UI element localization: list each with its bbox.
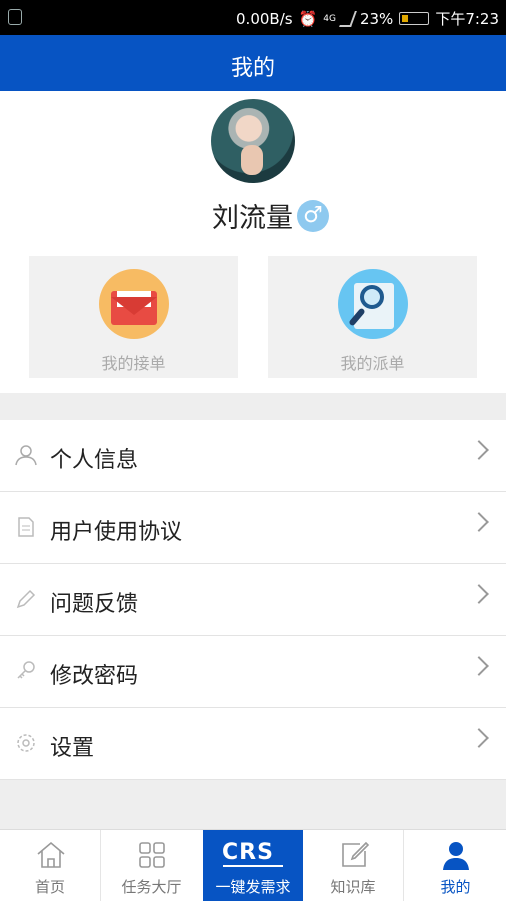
profile-section: 刘流量 ♂ 我的接单 我的派单 <box>0 91 506 393</box>
chevron-right-icon <box>469 440 489 460</box>
gear-icon <box>17 734 35 752</box>
page-title: 我的 <box>230 56 275 81</box>
tab-label: 我的 <box>440 878 471 896</box>
key-icon <box>17 661 35 679</box>
bottom-tab-bar: 首页 任务大厅 CRS 一键发需求 知识库 我的 <box>0 829 506 901</box>
my-dispatch-label: 我的派单 <box>340 354 405 373</box>
notification-icon <box>8 9 22 25</box>
my-orders-label: 我的接单 <box>101 354 166 373</box>
person-filled-icon <box>443 842 469 870</box>
person-icon <box>15 445 37 466</box>
signal-icon <box>339 10 357 27</box>
chevron-right-icon <box>469 656 489 676</box>
menu-item-label: 修改密码 <box>50 664 139 689</box>
pencil-icon <box>16 589 36 609</box>
document-icon <box>18 517 34 537</box>
settings-menu: 个人信息 用户使用协议 问题反馈 修改密码 设置 <box>0 420 506 780</box>
tab-post-request[interactable]: CRS 一键发需求 <box>203 830 303 901</box>
avatar[interactable] <box>211 99 295 183</box>
user-name: 刘流量 <box>212 203 293 234</box>
male-icon: ♂ <box>297 200 329 232</box>
tab-label: 知识库 <box>330 878 376 896</box>
menu-item-change-password[interactable]: 修改密码 <box>0 636 506 708</box>
status-bar: 0.00B/s ⏰ 4G 23% 下午7:23 <box>0 0 506 35</box>
chevron-right-icon <box>469 584 489 604</box>
home-icon <box>37 841 65 868</box>
edit-square-icon <box>342 841 370 867</box>
chevron-right-icon <box>469 512 489 532</box>
menu-item-user-agreement[interactable]: 用户使用协议 <box>0 492 506 564</box>
battery-percent: 23% <box>359 9 394 28</box>
tab-label: 任务大厅 <box>121 878 182 896</box>
grid-icon <box>139 842 165 868</box>
tab-knowledge-base[interactable]: 知识库 <box>303 830 404 901</box>
menu-item-personal-info[interactable]: 个人信息 <box>0 420 506 492</box>
my-dispatch-card[interactable]: 我的派单 <box>268 256 477 378</box>
tab-mine[interactable]: 我的 <box>405 830 506 901</box>
menu-item-feedback[interactable]: 问题反馈 <box>0 564 506 636</box>
chevron-right-icon <box>469 728 489 748</box>
battery-icon <box>399 12 430 25</box>
tab-home[interactable]: 首页 <box>0 830 101 901</box>
app-bar: 我的 <box>0 35 506 91</box>
crs-logo: CRS <box>222 840 274 865</box>
magnifier-document-icon <box>338 269 408 339</box>
alarm-icon: ⏰ <box>298 9 318 28</box>
menu-item-label: 问题反馈 <box>50 592 139 617</box>
menu-item-label: 设置 <box>50 736 95 761</box>
menu-item-label: 用户使用协议 <box>50 520 183 545</box>
menu-item-label: 个人信息 <box>50 448 139 473</box>
network-type: 4G <box>323 13 336 24</box>
network-speed: 0.00B/s <box>236 9 293 28</box>
envelope-icon <box>99 269 169 339</box>
tab-label: 首页 <box>34 878 65 896</box>
my-orders-card[interactable]: 我的接单 <box>29 256 238 378</box>
tab-task-hall[interactable]: 任务大厅 <box>101 830 202 901</box>
clock: 下午7:23 <box>435 10 499 28</box>
tab-label: 一键发需求 <box>215 878 291 896</box>
menu-item-settings[interactable]: 设置 <box>0 708 506 780</box>
